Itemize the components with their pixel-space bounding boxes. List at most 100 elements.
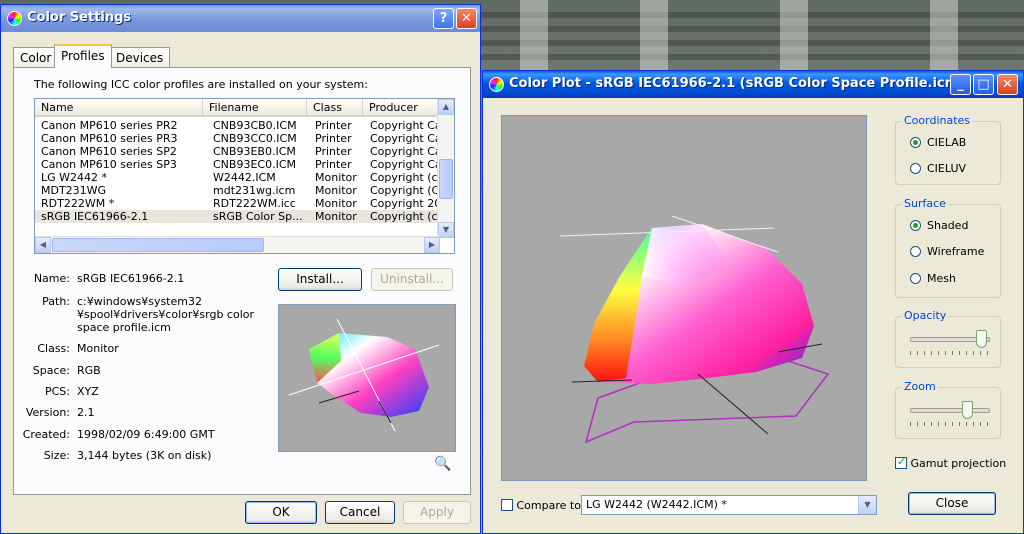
size-value: 3,144 bytes (3K on disk) — [77, 449, 212, 462]
pcs-value: XYZ — [77, 385, 99, 398]
zoom-slider[interactable] — [910, 400, 990, 430]
space-value: RGB — [77, 364, 101, 377]
table-row[interactable]: Canon MP610 series SP2 CNB93EB0.ICM Printe… — [35, 145, 440, 158]
cell-producer: Copyright 20 — [370, 197, 440, 210]
cell-name: sRGB IEC61966-2.1 — [41, 210, 149, 223]
plot-titlebar[interactable]: Color Plot - sRGB IEC61966-2.1 (sRGB Col… — [483, 71, 1023, 98]
profile-list[interactable]: Name Filename Class Producer Canon MP610… — [34, 98, 455, 254]
slider-knob[interactable] — [962, 401, 973, 419]
scroll-down-icon[interactable]: ▼ — [438, 222, 454, 238]
gamut-3d-plot — [559, 215, 830, 444]
tab-profiles[interactable]: Profiles — [54, 44, 112, 68]
compare-profile-select[interactable]: LG W2442 (W2442.ICM) * ▼ — [581, 495, 877, 515]
radio-shaded[interactable]: Shaded — [910, 219, 968, 232]
name-value: sRGB IEC61966-2.1 — [77, 272, 185, 285]
vertical-scroll-thumb[interactable] — [439, 159, 453, 199]
settings-titlebar[interactable]: Color Settings ? ✕ — [1, 5, 480, 32]
table-row[interactable]: RDT222WM * RDT222WM.icc Monitor Copyright 2… — [35, 197, 440, 210]
compare-check[interactable] — [501, 499, 513, 511]
cell-producer: Copyright (C) — [370, 184, 440, 197]
horizontal-scroll-thumb[interactable] — [52, 238, 264, 252]
column-header-name[interactable]: Name — [35, 99, 203, 117]
cell-class: Monitor — [315, 171, 357, 184]
install-button[interactable]: Install... — [278, 268, 362, 291]
minimize-icon[interactable]: _ — [950, 74, 971, 95]
slider-knob[interactable] — [976, 330, 987, 348]
table-row[interactable]: LG W2442 * W2442.ICM Monitor Copyright (c) — [35, 171, 440, 184]
color-wheel-icon — [7, 11, 22, 26]
tab-color[interactable]: Color — [13, 47, 59, 67]
gamut-projection-checkbox[interactable]: Gamut projection — [895, 455, 1006, 470]
surface-title: Surface — [902, 197, 948, 210]
close-icon[interactable]: ✕ — [997, 74, 1018, 95]
cell-name: Canon MP610 series PR3 — [41, 132, 178, 145]
cancel-button[interactable]: Cancel — [325, 501, 395, 524]
color-settings-window: Color Settings ? ✕ Color Profiles Device… — [0, 4, 481, 534]
column-header-filename[interactable]: Filename — [203, 99, 307, 117]
cell-class: Monitor — [315, 197, 357, 210]
gamut-plot-area[interactable] — [501, 115, 867, 481]
zoom-icon[interactable]: 🔍 — [434, 456, 451, 472]
class-value: Monitor — [77, 342, 119, 355]
plot-window-title: Color Plot - sRGB IEC61966-2.1 (sRGB Col… — [509, 76, 965, 91]
close-icon[interactable]: ✕ — [456, 8, 477, 29]
cell-producer: Copyright (c) — [370, 171, 440, 184]
opacity-slider[interactable] — [910, 329, 990, 359]
table-row[interactable]: Canon MP610 series PR2 CNB93CB0.ICM Printe… — [35, 119, 440, 132]
version-label: Version: — [25, 406, 70, 419]
help-icon[interactable]: ? — [433, 8, 454, 29]
tab-devices[interactable]: Devices — [109, 47, 171, 67]
window-title: Color Settings — [27, 10, 132, 25]
cell-filename: CNB93CC0.ICM — [213, 132, 297, 145]
coordinates-title: Coordinates — [902, 114, 973, 127]
zoom-group: Zoom — [895, 380, 1001, 439]
radio-indicator[interactable] — [910, 163, 921, 174]
radio-indicator[interactable] — [910, 137, 921, 148]
list-vertical-scrollbar[interactable]: ▲ ▼ — [437, 99, 454, 238]
table-row[interactable]: Canon MP610 series PR3 CNB93CC0.ICM Printe… — [35, 132, 440, 145]
path-value-line2: ¥spool¥drivers¥color¥srgb color — [77, 308, 255, 321]
cell-producer: Copyright Ca — [370, 119, 440, 132]
cell-class: Printer — [315, 145, 352, 158]
cell-filename: CNB93CB0.ICM — [213, 119, 297, 132]
table-row[interactable]: MDT231WG mdt231wg.icm Monitor Copyright (C) — [35, 184, 440, 197]
path-value-line3: space profile.icm — [77, 321, 171, 334]
compare-label: Compare to: — [516, 499, 585, 512]
gamut-projection-check[interactable] — [895, 455, 907, 469]
table-row[interactable]: Canon MP610 series SP3 CNB93EC0.ICM Printe… — [35, 158, 440, 171]
scroll-left-icon[interactable]: ◀ — [35, 237, 51, 253]
gamut-preview[interactable] — [278, 304, 456, 452]
radio-cielab[interactable]: CIELAB — [910, 136, 966, 149]
apply-button[interactable]: Apply — [403, 501, 471, 524]
column-header-class[interactable]: Class — [307, 99, 363, 117]
radio-mesh[interactable]: Mesh — [910, 272, 956, 285]
opacity-group: Opacity — [895, 309, 1001, 368]
scroll-up-icon[interactable]: ▲ — [438, 99, 454, 115]
cell-filename: CNB93EB0.ICM — [213, 145, 296, 158]
cell-filename: RDT222WM.icc — [213, 197, 296, 210]
maximize-icon[interactable]: □ — [973, 74, 994, 95]
slider-track[interactable] — [910, 408, 990, 413]
cell-producer: Copyright Ca — [370, 145, 440, 158]
path-label: Path: — [42, 295, 70, 308]
profiles-panel: The following ICC color profiles are ins… — [13, 67, 471, 495]
column-header-producer[interactable]: Producer — [363, 99, 440, 117]
radio-cieluv[interactable]: CIELUV — [910, 162, 966, 175]
list-horizontal-scrollbar[interactable]: ◀ ▶ — [35, 236, 440, 253]
radio-wireframe[interactable]: Wireframe — [910, 245, 984, 258]
compare-checkbox[interactable]: Compare to: — [501, 499, 585, 512]
gamut-preview-shape — [288, 318, 440, 432]
ok-button[interactable]: OK — [245, 501, 317, 524]
color-wheel-icon — [489, 77, 504, 92]
path-value-line1: c:¥windows¥system32 — [77, 295, 202, 308]
uninstall-button[interactable]: Uninstall... — [371, 268, 453, 291]
plot-close-button[interactable]: Close — [908, 492, 996, 515]
intro-text: The following ICC color profiles are ins… — [34, 78, 368, 91]
table-row[interactable]: sRGB IEC61966-2.1 sRGB Color Sp... Monitor… — [35, 210, 440, 223]
scroll-right-icon[interactable]: ▶ — [424, 237, 440, 253]
radio-indicator[interactable] — [910, 220, 921, 231]
radio-indicator[interactable] — [910, 273, 921, 284]
radio-label: Wireframe — [927, 245, 985, 258]
chevron-down-icon[interactable]: ▼ — [858, 496, 876, 514]
radio-indicator[interactable] — [910, 246, 921, 257]
